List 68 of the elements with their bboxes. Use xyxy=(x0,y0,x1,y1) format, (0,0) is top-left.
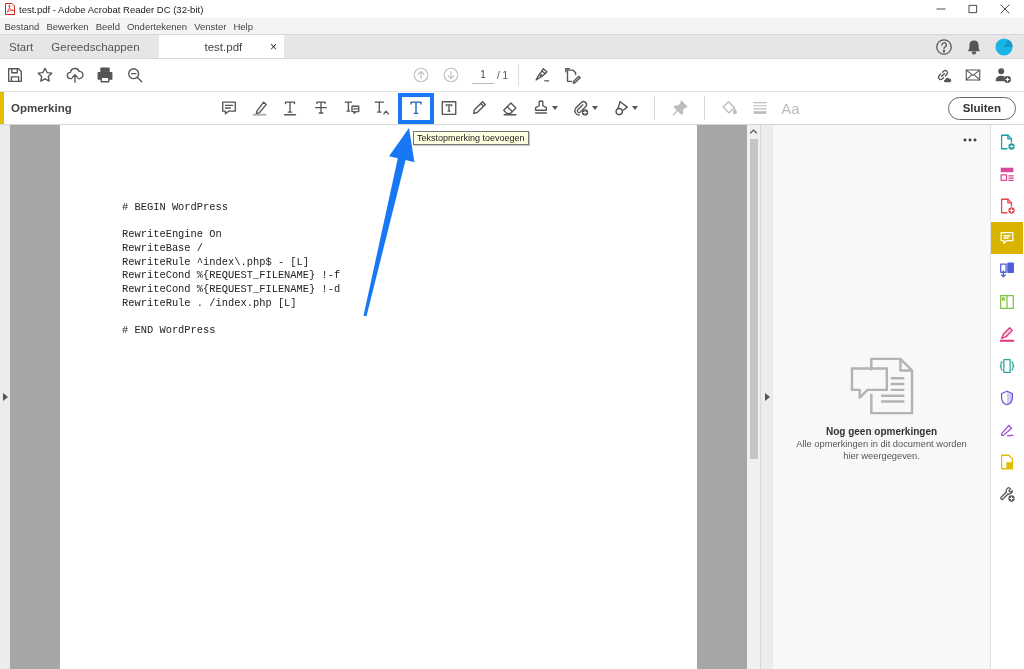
document-brackets-icon[interactable] xyxy=(998,357,1016,375)
menu-item[interactable]: Venster xyxy=(190,20,230,32)
expand-arrow-icon[interactable] xyxy=(764,393,770,401)
document-edit-icon[interactable] xyxy=(563,66,582,84)
star-icon[interactable] xyxy=(36,66,54,84)
document-text: RewriteCond %{REQUEST_FILENAME} !-f xyxy=(122,269,341,284)
tab[interactable]: Gereedschappen xyxy=(42,35,149,58)
text-box-icon[interactable] xyxy=(439,99,458,117)
envelope-icon[interactable] xyxy=(964,66,982,84)
documents-arrow-icon[interactable] xyxy=(998,261,1016,279)
cloud-upload-icon[interactable] xyxy=(66,66,84,84)
document-text: RewriteCond %{REQUEST_FILENAME} !-d xyxy=(122,283,341,297)
tool-button[interactable] xyxy=(397,92,434,124)
wrench-plus-icon[interactable] xyxy=(998,485,1016,503)
caret-icon[interactable] xyxy=(632,106,639,110)
close-tool-button[interactable]: Sluiten xyxy=(947,96,1016,120)
page-count: / 1 xyxy=(497,69,509,81)
more-icon[interactable] xyxy=(963,138,977,142)
text-insert-icon[interactable] xyxy=(373,99,392,117)
document-text: RewriteRule ^index\.php$ - [L] xyxy=(122,255,310,270)
expand-arrow-icon[interactable] xyxy=(2,393,8,401)
pen-nib-icon[interactable] xyxy=(533,66,552,84)
page-number-field[interactable]: 1 xyxy=(472,66,494,84)
empty-state-text: Alle opmerkingen in dit document worden hier weergegeven. xyxy=(795,438,968,462)
menu-item[interactable]: Help xyxy=(229,20,257,32)
shield-icon[interactable] xyxy=(998,389,1016,407)
close-tab-button[interactable]: × xyxy=(266,38,281,55)
save-icon[interactable] xyxy=(6,66,24,84)
menu-item[interactable]: Bewerken xyxy=(42,20,93,32)
toolbar-accent-bar xyxy=(0,92,4,124)
pdf-file-icon xyxy=(5,3,15,15)
window-title: test.pdf - Adobe Acrobat Reader DC (32-bit) xyxy=(19,3,204,15)
tab[interactable]: Start xyxy=(0,35,43,58)
document-plus-icon[interactable] xyxy=(998,197,1016,215)
scrollbar[interactable] xyxy=(747,125,760,669)
scroll-up-icon[interactable] xyxy=(750,129,757,134)
speech-bubble-icon[interactable] xyxy=(220,99,239,117)
caret-icon[interactable] xyxy=(552,106,559,110)
layout-icon[interactable] xyxy=(998,165,1016,183)
add-user-icon[interactable] xyxy=(994,66,1012,84)
toolbar-title: Opmerking xyxy=(11,102,73,114)
tab[interactable]: test.pdf × xyxy=(158,35,284,58)
tooltip: Tekstopmerking toevoegen xyxy=(413,131,529,145)
menu-item[interactable]: Bestand xyxy=(1,20,43,32)
menu-item[interactable]: Beeld xyxy=(92,20,124,32)
help-icon[interactable] xyxy=(935,37,953,56)
pencil-icon[interactable] xyxy=(470,99,489,117)
shapes-icon[interactable] xyxy=(612,99,631,117)
menu-item[interactable]: Ondertekenen xyxy=(123,20,191,32)
pen-icon[interactable] xyxy=(998,325,1016,343)
caret-icon[interactable] xyxy=(592,106,599,110)
printer-icon[interactable] xyxy=(96,66,114,84)
highlighter-icon[interactable] xyxy=(250,99,269,117)
text-comment-icon[interactable] xyxy=(342,99,361,117)
document-text: RewriteBase / xyxy=(122,242,204,256)
document-text: RewriteEngine On xyxy=(122,228,222,243)
empty-state-title: Nog geen opmerkingen xyxy=(825,426,938,438)
document-text: # BEGIN WordPress xyxy=(122,201,228,215)
paperclip-plus-icon[interactable] xyxy=(572,99,591,117)
document-text: RewriteRule . /index.php [L] xyxy=(122,296,297,311)
bell-icon[interactable] xyxy=(966,38,982,55)
avatar-icon[interactable] xyxy=(995,37,1013,56)
document-arrow-icon[interactable] xyxy=(998,133,1016,151)
zoom-out-icon[interactable] xyxy=(126,66,144,84)
close-icon[interactable] xyxy=(1000,4,1010,14)
scrollbar-thumb[interactable] xyxy=(749,139,758,459)
document-text: # END WordPress xyxy=(122,324,216,338)
maximize-icon[interactable] xyxy=(968,4,978,14)
